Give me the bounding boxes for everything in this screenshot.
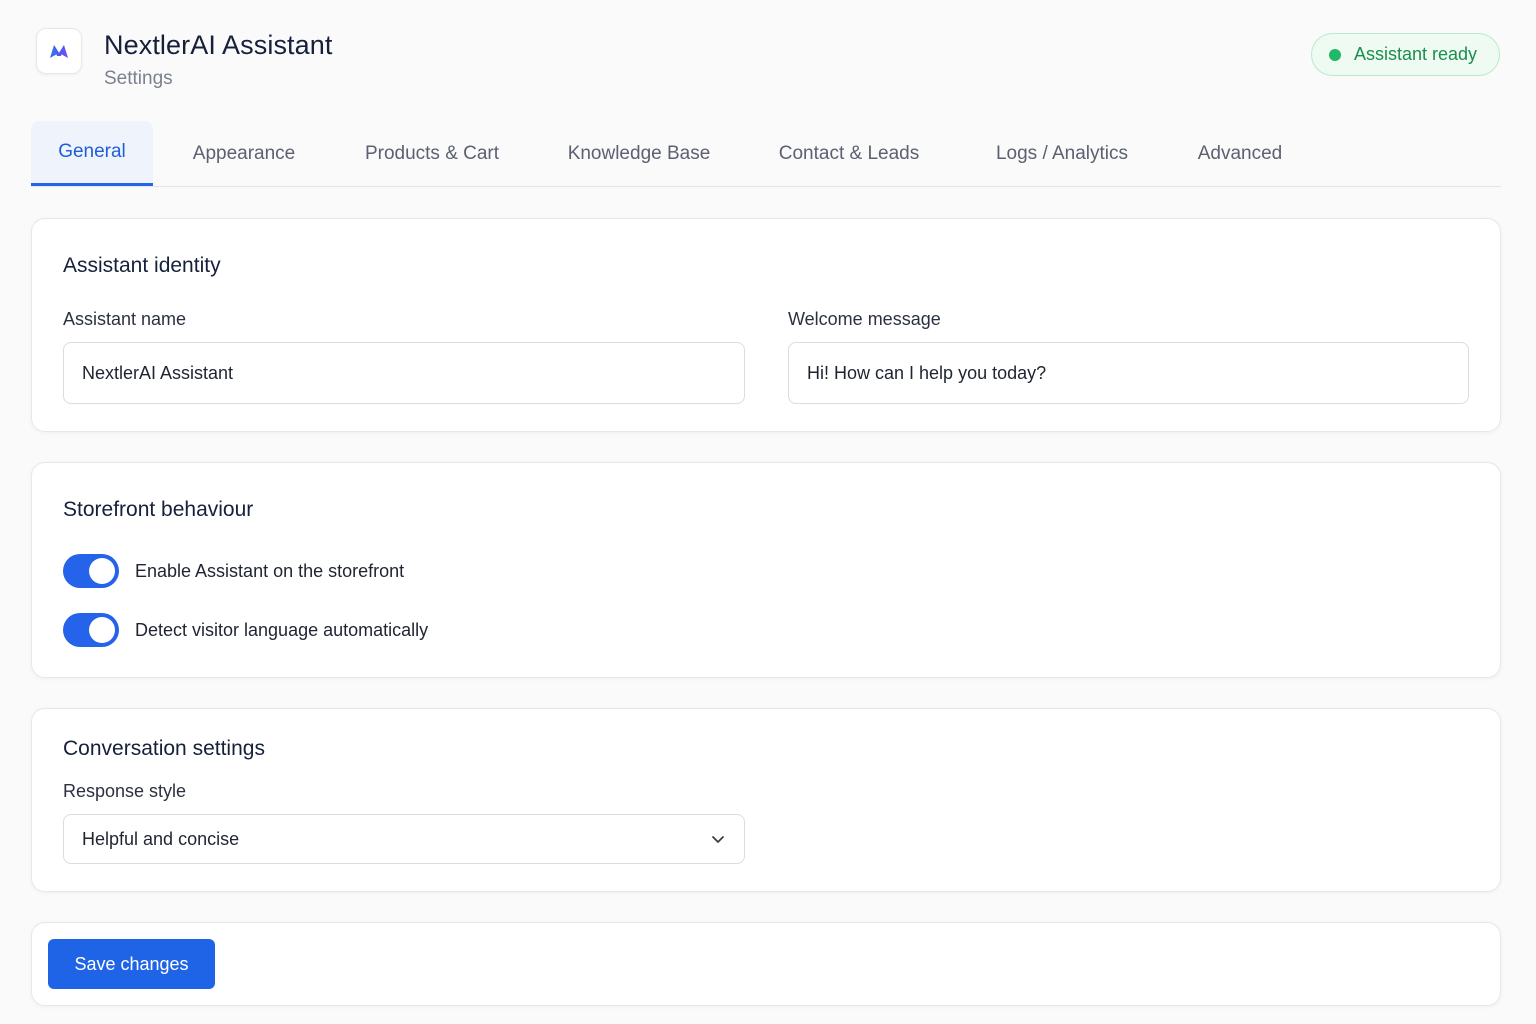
enable-assistant-label: Enable Assistant on the storefront: [135, 560, 405, 581]
assistant-identity-card: Assistant identity Assistant name Welcom…: [31, 218, 1501, 432]
tab-knowledge-base[interactable]: Knowledge Base: [553, 121, 725, 186]
save-button[interactable]: Save changes: [48, 939, 215, 989]
storefront-behaviour-card: Storefront behaviour Enable Assistant on…: [31, 462, 1501, 678]
response-style-select[interactable]: Helpful and concise: [63, 814, 745, 864]
assistant-name-input[interactable]: [63, 342, 745, 404]
response-style-value: Helpful and concise: [82, 828, 240, 849]
status-dot-icon: [1329, 48, 1341, 61]
status-badge: Assistant ready: [1311, 33, 1500, 76]
enable-assistant-toggle[interactable]: [63, 554, 119, 588]
welcome-message-label: Welcome message: [788, 309, 941, 329]
section-title-storefront: Storefront behaviour: [63, 498, 254, 521]
tab-general[interactable]: General: [31, 121, 153, 186]
welcome-message-input[interactable]: [788, 342, 1469, 404]
section-title-identity: Assistant identity: [63, 254, 221, 277]
app-logo: [36, 28, 82, 74]
toggle-knob: [89, 558, 115, 584]
response-style-label: Response style: [63, 781, 187, 801]
tab-contact-leads[interactable]: Contact & Leads: [763, 121, 935, 186]
status-text: Assistant ready: [1354, 44, 1478, 64]
storefront-toggle-row: Enable Assistant on the storefront: [63, 554, 404, 588]
section-title-conversation: Conversation settings: [63, 737, 265, 760]
language-toggle-row: Detect visitor language automatically: [63, 613, 428, 647]
tab-advanced[interactable]: Advanced: [1186, 121, 1294, 186]
settings-page: NextlerAI Assistant Settings Assistant r…: [0, 0, 1536, 1024]
settings-tabs: General Appearance Products & Cart Knowl…: [31, 121, 1501, 187]
chevron-down-icon: [712, 836, 724, 843]
page-subtitle: Settings: [104, 68, 173, 89]
tab-appearance[interactable]: Appearance: [176, 121, 312, 186]
detect-language-label: Detect visitor language automatically: [135, 619, 429, 640]
detect-language-toggle[interactable]: [63, 613, 119, 647]
nextlerai-logo-icon: [50, 45, 68, 58]
save-bar: [31, 922, 1501, 1006]
toggle-knob: [89, 617, 115, 643]
conversation-settings-card: Conversation settings Response style Hel…: [31, 708, 1501, 892]
tab-logs-analytics[interactable]: Logs / Analytics: [978, 121, 1146, 186]
app-title: NextlerAI Assistant: [104, 30, 333, 60]
assistant-name-label: Assistant name: [63, 309, 187, 329]
tab-products-cart[interactable]: Products & Cart: [347, 121, 517, 186]
